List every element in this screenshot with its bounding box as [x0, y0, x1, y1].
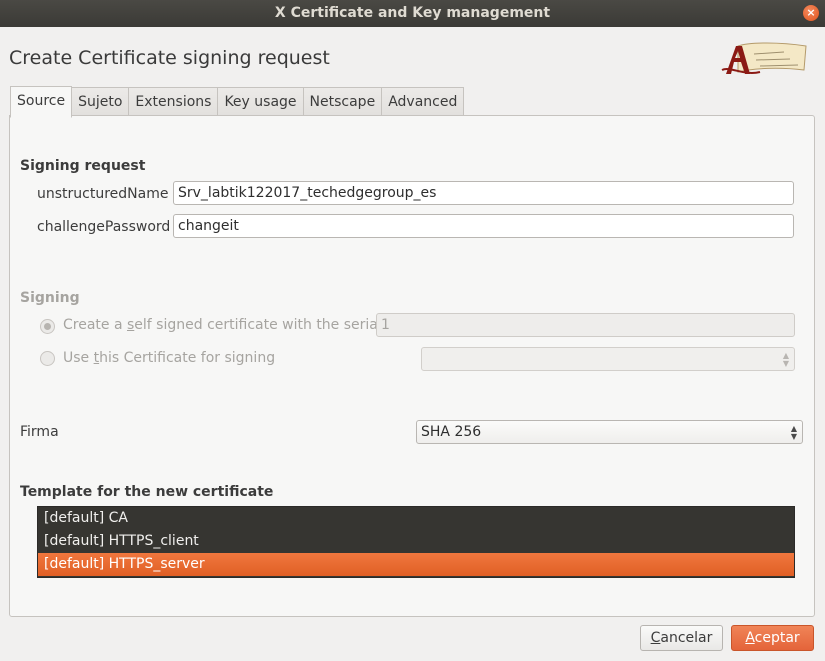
self-signed-label: Create a self signed certificate with th…: [63, 317, 382, 333]
template-heading: Template for the new certificate: [20, 484, 274, 500]
challenge-password-label: challengePassword: [37, 219, 171, 235]
firma-label: Firma: [20, 424, 59, 440]
cancel-button[interactable]: Cancelar: [640, 625, 723, 651]
window-titlebar: X Certificate and Key management ×: [0, 0, 825, 27]
tab-bar: Source Sujeto Extensions Key usage Netsc…: [10, 86, 465, 118]
xca-logo-icon: [721, 42, 807, 74]
tab-extensions[interactable]: Extensions: [129, 87, 219, 117]
self-signed-radio[interactable]: [40, 319, 55, 334]
signing-request-heading: Signing request: [20, 158, 146, 174]
tab-netscape[interactable]: Netscape: [303, 87, 383, 117]
tab-source[interactable]: Source: [10, 86, 73, 118]
tab-sujeto[interactable]: Sujeto: [72, 87, 130, 117]
challenge-password-input[interactable]: changeit: [173, 214, 794, 238]
firma-select[interactable]: SHA 256 ▲ ▼: [416, 420, 803, 444]
signing-certificate-select[interactable]: ▲ ▼: [421, 347, 795, 371]
use-certificate-label: Use this Certificate for signing: [63, 350, 276, 366]
source-panel: Signing request unstructuredName Srv_lab…: [9, 115, 815, 617]
serial-input[interactable]: 1: [376, 313, 795, 337]
updown-arrows-icon: ▲ ▼: [782, 351, 789, 368]
unstructured-name-label: unstructuredName: [37, 186, 169, 202]
close-icon[interactable]: ×: [803, 5, 819, 21]
accept-button[interactable]: Aceptar: [731, 625, 814, 651]
firma-value: SHA 256: [421, 424, 482, 440]
signing-heading: Signing: [20, 290, 80, 306]
window-title: X Certificate and Key management: [274, 5, 551, 21]
list-item[interactable]: [default] HTTPS_client: [38, 530, 794, 553]
use-certificate-radio[interactable]: [40, 351, 55, 366]
updown-arrows-icon: ▲ ▼: [790, 424, 797, 441]
template-list[interactable]: [default] CA [default] HTTPS_client [def…: [37, 506, 795, 578]
list-item[interactable]: [default] CA: [38, 507, 794, 530]
unstructured-name-input[interactable]: Srv_labtik122017_techedgegroup_es: [173, 181, 794, 205]
tab-advanced[interactable]: Advanced: [382, 87, 465, 117]
tab-key-usage[interactable]: Key usage: [218, 87, 304, 117]
dialog-title: Create Certificate signing request: [9, 47, 330, 69]
list-item[interactable]: [default] HTTPS_server: [38, 553, 794, 576]
